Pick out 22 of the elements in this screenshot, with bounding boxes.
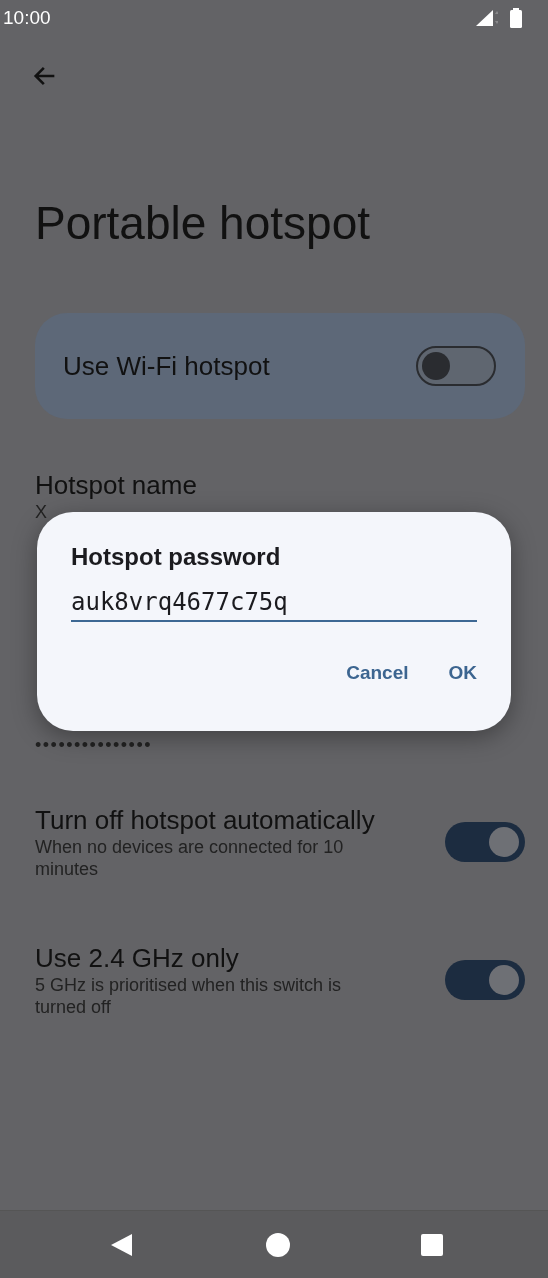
masked-password: ••••••••••••••• xyxy=(35,735,153,756)
dialog-title: Hotspot password xyxy=(71,542,282,572)
toggle-switch[interactable] xyxy=(445,960,525,1000)
toggle-switch[interactable] xyxy=(416,346,496,386)
toggle-switch[interactable] xyxy=(445,822,525,862)
hotspot-card[interactable]: Use Wi-Fi hotspot xyxy=(35,313,525,419)
page-title: Portable hotspot xyxy=(35,196,371,250)
password-field[interactable]: auk8vrq4677c75q xyxy=(71,588,477,622)
setting-title: Hotspot name xyxy=(35,469,197,501)
setting-value: X xyxy=(35,501,48,523)
signal-icon xyxy=(476,8,498,28)
status-time: 10:00 xyxy=(3,7,51,29)
setting-title: Use 2.4 GHz only xyxy=(35,942,240,974)
setting-summary: 5 GHz is prioritised when this switch is turned off xyxy=(35,974,343,1018)
overview-icon[interactable] xyxy=(421,1233,443,1256)
setting-summary: When no devices are connected for 10 minutes xyxy=(35,836,345,880)
cancel-button[interactable]: Cancel xyxy=(332,654,423,692)
setting-title: Turn off hotspot automatically xyxy=(35,804,376,836)
switch-label: Use Wi-Fi hotspot xyxy=(63,350,270,382)
battery-icon xyxy=(510,8,522,28)
ok-button[interactable]: OK xyxy=(434,654,491,692)
home-icon[interactable] xyxy=(264,1231,291,1258)
